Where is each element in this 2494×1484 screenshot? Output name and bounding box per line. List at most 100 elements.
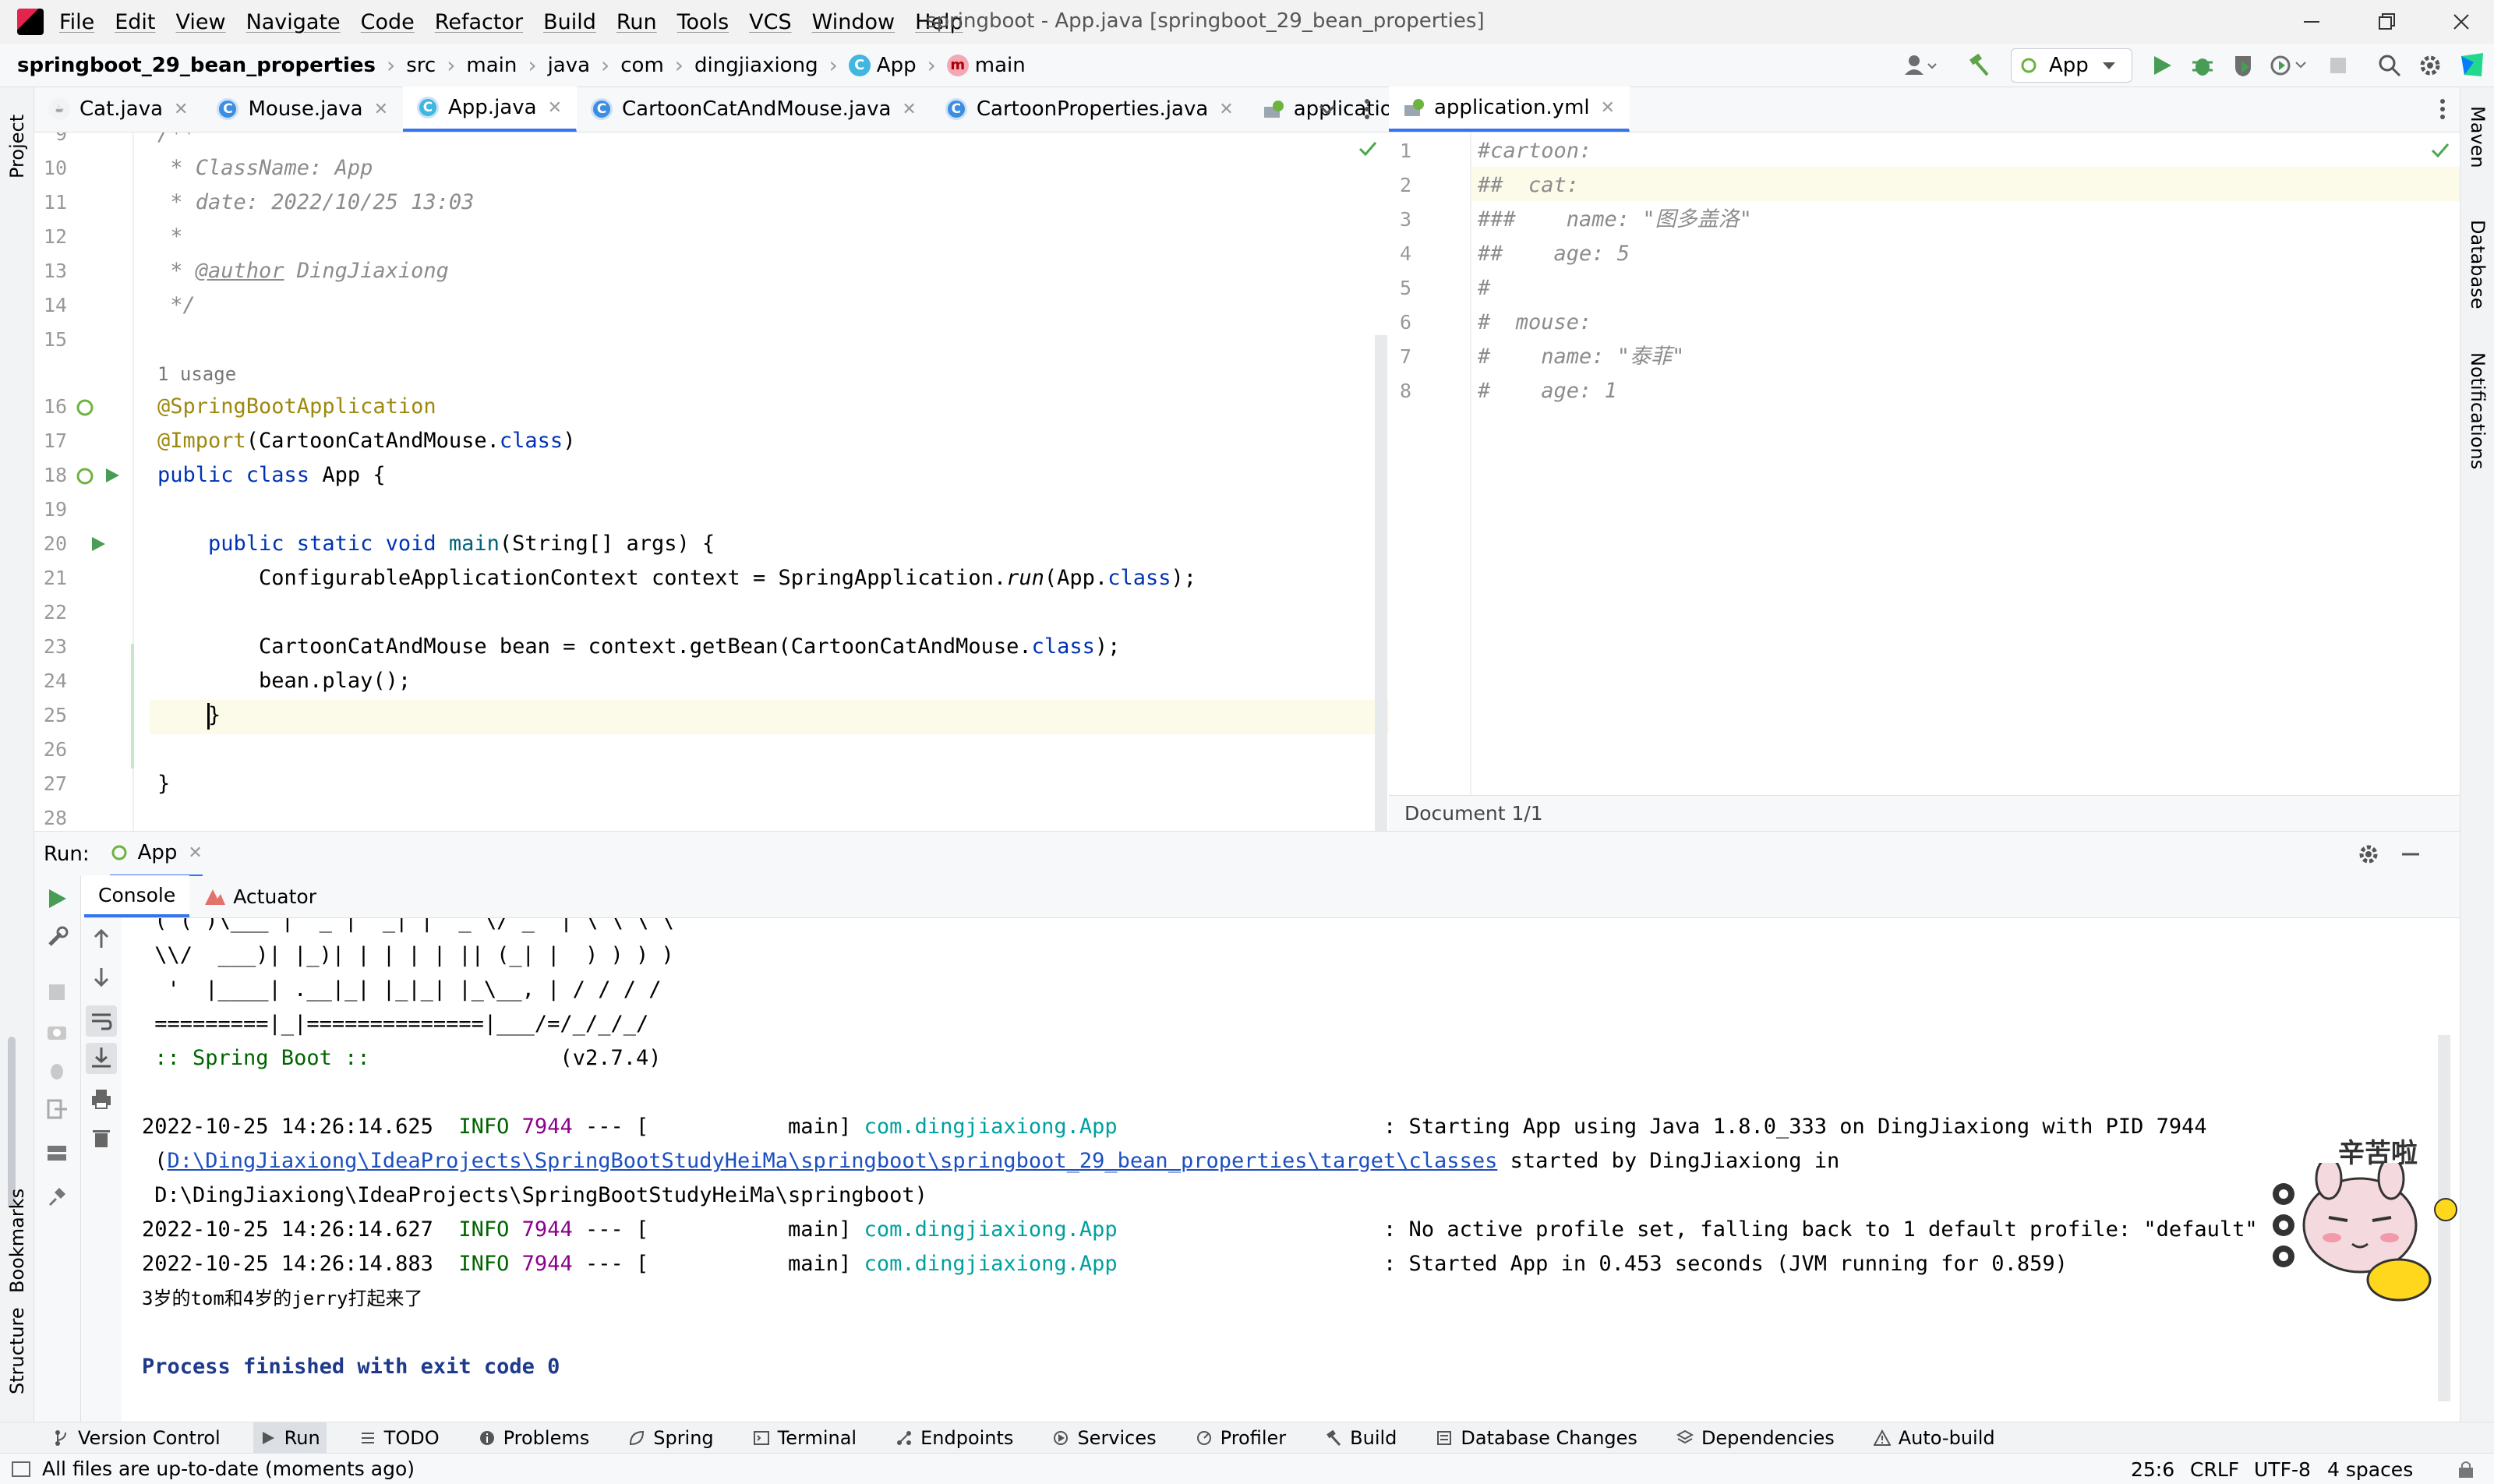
menu-code[interactable]: Code	[361, 10, 415, 34]
stop-icon[interactable]	[2327, 55, 2349, 76]
menu-window[interactable]: Window	[812, 10, 895, 34]
menu-edit[interactable]: Edit	[115, 10, 155, 34]
close-tab-icon[interactable]: ✕	[174, 100, 188, 119]
close-tab-icon[interactable]: ✕	[374, 100, 388, 119]
breadcrumb-app[interactable]: C App	[848, 54, 917, 77]
build-hammer-icon[interactable]	[1966, 51, 1994, 80]
trash-icon[interactable]	[90, 1127, 112, 1149]
java-code-editor[interactable]: 9 /** 10 * ClassName: App 11 * date: 2022…	[34, 132, 1389, 831]
scroll-to-end-icon[interactable]	[86, 1043, 117, 1074]
soft-wrap-icon[interactable]	[86, 1005, 117, 1037]
tool-build[interactable]: Build	[1319, 1422, 1403, 1454]
tab-app-java[interactable]: C App.java ✕	[403, 87, 577, 132]
project-tool-tab[interactable]: Project	[2, 100, 33, 193]
close-tab-icon[interactable]: ✕	[548, 98, 562, 118]
jetbrains-toolbox-icon[interactable]	[2458, 51, 2486, 80]
run-config-selector[interactable]: App	[2011, 48, 2132, 83]
bug-icon[interactable]	[45, 1058, 69, 1082]
tool-services[interactable]: Services	[1046, 1422, 1162, 1454]
menu-navigate[interactable]: Navigate	[246, 10, 341, 34]
tab-cartooncatandmouse-java[interactable]: C CartoonCatAndMouse.java ✕	[577, 87, 931, 132]
close-window-button[interactable]	[2446, 6, 2477, 37]
file-encoding[interactable]: UTF-8	[2254, 1458, 2311, 1481]
menu-build[interactable]: Build	[543, 10, 596, 34]
classes-path-link[interactable]: D:\DingJiaxiong\IdeaProjects\SpringBootS…	[168, 1149, 1498, 1173]
breadcrumb-dingjiaxiong[interactable]: dingjiaxiong	[694, 54, 818, 77]
profiler-run-icon[interactable]	[2270, 53, 2310, 78]
settings-gear-icon[interactable]	[2418, 53, 2443, 78]
tabs-dropdown-icon[interactable]	[1316, 98, 1339, 122]
tool-auto-build[interactable]: Auto-build	[1867, 1422, 2001, 1454]
spring-bean-gutter-icon[interactable]	[75, 466, 95, 486]
menu-run[interactable]: Run	[616, 10, 657, 34]
account-icon[interactable]	[1902, 50, 1941, 81]
print-icon[interactable]	[90, 1088, 112, 1110]
tab-application-yml-right[interactable]: application.yml ✕	[1389, 87, 1630, 132]
panel-toggle-icon[interactable]	[11, 1459, 31, 1479]
debug-icon[interactable]	[2190, 53, 2215, 78]
tool-spring[interactable]: Spring	[622, 1422, 719, 1454]
breadcrumb-src[interactable]: src	[406, 54, 436, 77]
close-tab-icon[interactable]: ✕	[188, 843, 202, 863]
run-gutter-icon[interactable]	[104, 468, 120, 483]
tool-profiler[interactable]: Profiler	[1189, 1422, 1293, 1454]
menu-refactor[interactable]: Refactor	[435, 10, 523, 34]
minimize-button[interactable]	[2296, 6, 2327, 37]
layout-icon[interactable]	[45, 1141, 69, 1164]
tab-actuator[interactable]: Actuator	[189, 875, 330, 917]
menu-vcs[interactable]: VCS	[749, 10, 791, 34]
notifications-tool-tab[interactable]: Notifications	[2464, 352, 2492, 500]
exit-icon[interactable]	[45, 1097, 69, 1121]
stop-icon[interactable]	[47, 982, 67, 1002]
run-icon[interactable]	[2150, 53, 2174, 78]
more-options-icon[interactable]	[1359, 97, 1375, 123]
tool-terminal[interactable]: Terminal	[747, 1422, 863, 1454]
run-tab-app[interactable]: App ✕	[109, 832, 203, 877]
spring-bean-gutter-icon[interactable]	[75, 398, 95, 418]
wrench-icon[interactable]	[45, 926, 69, 949]
breadcrumb-main[interactable]: main	[466, 54, 517, 77]
maven-tool-tab[interactable]: Maven	[2464, 106, 2492, 192]
tool-version-control[interactable]: Version Control	[47, 1422, 227, 1454]
tool-endpoints[interactable]: Endpoints	[889, 1422, 1019, 1454]
more-options-icon[interactable]	[2435, 97, 2450, 123]
hide-panel-icon[interactable]	[2399, 843, 2422, 866]
scroll-up-icon[interactable]	[90, 928, 112, 949]
menu-view[interactable]: View	[175, 10, 225, 34]
scroll-down-icon[interactable]	[90, 966, 112, 988]
tab-cartoonproperties-java[interactable]: C CartoonProperties.java ✕	[931, 87, 1249, 132]
caret-position[interactable]: 25:6	[2131, 1458, 2174, 1481]
yaml-code-editor[interactable]: 1 #cartoon: 2 ## cat: 3 ### name: "图多盖洛" 4 #…	[1389, 132, 2460, 795]
breadcrumb-com[interactable]: com	[620, 54, 664, 77]
console-output[interactable]: ( ( )\___ | '_ | '_| | '_ \/ _` | \ \ \ …	[122, 918, 2460, 1422]
lock-icon[interactable]	[2455, 1458, 2477, 1480]
database-tool-tab[interactable]: Database	[2464, 220, 2492, 329]
breadcrumb-method-main[interactable]: m main	[946, 54, 1026, 77]
search-icon[interactable]	[2377, 53, 2402, 78]
tool-run[interactable]: Run	[253, 1422, 327, 1454]
tool-problems[interactable]: Problems	[472, 1422, 596, 1454]
usage-hint[interactable]: 1 usage	[157, 363, 236, 385]
rerun-icon[interactable]	[45, 887, 69, 910]
line-separator[interactable]: CRLF	[2190, 1458, 2239, 1481]
close-tab-icon[interactable]: ✕	[902, 100, 916, 119]
menu-tools[interactable]: Tools	[677, 10, 729, 34]
pin-icon[interactable]	[45, 1185, 69, 1208]
tab-console[interactable]: Console	[84, 875, 190, 917]
tab-cat-java[interactable]: ☕ Cat.java ✕	[34, 87, 203, 132]
menu-file[interactable]: File	[59, 10, 94, 34]
structure-tool-tab[interactable]: Structure	[2, 1292, 33, 1409]
status-message[interactable]: All files are up-to-date (moments ago)	[42, 1458, 415, 1480]
restore-button[interactable]	[2371, 6, 2402, 37]
settings-gear-icon[interactable]	[2357, 843, 2380, 866]
run-gutter-icon[interactable]	[90, 536, 106, 552]
document-breadcrumb[interactable]: Document 1/1	[1389, 795, 2460, 831]
close-tab-icon[interactable]: ✕	[1219, 100, 1233, 119]
tool-todo[interactable]: TODO	[353, 1422, 446, 1454]
breadcrumb-java[interactable]: java	[548, 54, 590, 77]
close-tab-icon[interactable]: ✕	[1601, 98, 1615, 118]
tool-dependencies[interactable]: Dependencies	[1670, 1422, 1841, 1454]
breadcrumb-project[interactable]: springboot_29_bean_properties	[17, 54, 376, 77]
coverage-icon[interactable]	[2231, 53, 2256, 78]
camera-icon[interactable]	[45, 1019, 69, 1043]
